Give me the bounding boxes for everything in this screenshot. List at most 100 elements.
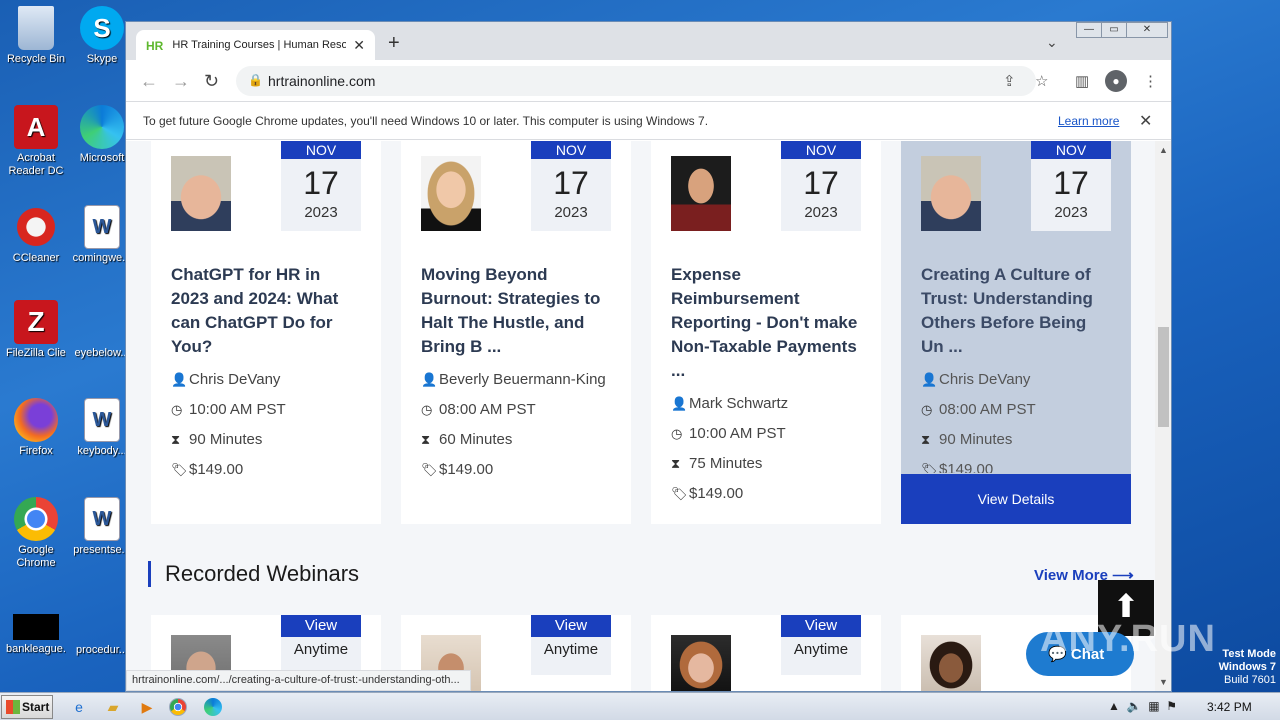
- desktop-icon-keybody[interactable]: W keybody...: [72, 398, 132, 458]
- edge-icon: [80, 105, 124, 149]
- side-panel-icon[interactable]: ▥: [1075, 72, 1089, 90]
- view-details-button[interactable]: View Details: [901, 474, 1131, 524]
- desktop-icon-recycle-bin[interactable]: Recycle Bin: [6, 6, 66, 66]
- web-page: NOV 17 2023 ChatGPT for HR in 2023 and 2…: [126, 141, 1155, 691]
- new-tab-button[interactable]: +: [388, 32, 400, 55]
- profile-avatar-icon[interactable]: ●: [1105, 70, 1127, 92]
- update-infobar: To get future Google Chrome updates, you…: [126, 103, 1171, 140]
- black-file-icon: [13, 614, 59, 640]
- scroll-thumb[interactable]: [1158, 327, 1169, 427]
- price: 🏷$149.00: [421, 461, 494, 478]
- blank-icon: [80, 597, 124, 641]
- tab-title: HR Training Courses | Human Resour: [172, 39, 347, 51]
- user-icon: 👤: [671, 396, 688, 411]
- desktop-icon-comingwe[interactable]: W comingwe...: [72, 205, 132, 265]
- webinar-card[interactable]: NOV 17 2023 Moving Beyond Burnout: Strat…: [401, 141, 631, 524]
- ie-icon[interactable]: e: [68, 697, 90, 717]
- time: ◷ 10:00 AM PST: [171, 401, 286, 418]
- date-badge: NOV 17 2023: [531, 141, 611, 231]
- duration: ⧗ 75 Minutes: [671, 455, 763, 472]
- presenter: 👤 Chris DeVany: [171, 371, 281, 388]
- price: 🏷$149.00: [171, 461, 244, 478]
- close-window-button[interactable]: ✕: [1126, 22, 1168, 38]
- clock-icon: ◷: [171, 402, 183, 417]
- address-bar[interactable]: 🔒 hrtrainonline.com: [236, 66, 1036, 96]
- presenter-photo: [421, 156, 481, 231]
- presenter-photo: [921, 635, 981, 691]
- hourglass-icon: ⧗: [171, 432, 181, 447]
- scroll-down-icon[interactable]: ▼: [1159, 677, 1168, 687]
- hr-favicon: HR: [146, 39, 164, 53]
- action-center-flag-icon[interactable]: ⚑: [1166, 699, 1177, 713]
- clock[interactable]: 3:42 PM: [1207, 700, 1252, 714]
- presenter-photo: [921, 156, 981, 231]
- skype-icon: S: [80, 6, 124, 50]
- desktop-icon-skype[interactable]: S Skype: [72, 6, 132, 66]
- webinar-title[interactable]: Expense Reimbursement Reporting - Don't …: [671, 263, 861, 383]
- network-icon[interactable]: ▦: [1148, 699, 1159, 713]
- learn-more-link[interactable]: Learn more: [1058, 114, 1119, 128]
- scroll-up-icon[interactable]: ▲: [1159, 145, 1168, 155]
- blank-icon: [80, 300, 124, 344]
- date-badge: NOV 17 2023: [281, 141, 361, 231]
- presenter-photo: [671, 156, 731, 231]
- desktop-icon-eyebelow[interactable]: eyebelow...: [72, 300, 132, 360]
- share-icon[interactable]: ⇪: [1003, 72, 1016, 90]
- toolbar: ← → ↻ 🔒 hrtrainonline.com ⇪ ☆ ▥ ● ⋮: [126, 60, 1171, 102]
- presenter-photo: [171, 156, 231, 231]
- bookmark-star-icon[interactable]: ☆: [1035, 72, 1048, 90]
- desktop-icon-presentse[interactable]: W presentse...: [72, 497, 132, 557]
- chrome-taskbar-icon[interactable]: [169, 698, 187, 716]
- webinar-title[interactable]: ChatGPT for HR in 2023 and 2024: What ca…: [171, 263, 361, 359]
- volume-icon[interactable]: 🔈: [1127, 699, 1142, 713]
- forward-arrow-icon[interactable]: →: [172, 71, 190, 92]
- tab-search-chevron-icon[interactable]: ⌄: [1046, 34, 1058, 51]
- back-arrow-icon[interactable]: ←: [140, 71, 158, 92]
- webinar-card[interactable]: NOV 17 2023 ChatGPT for HR in 2023 and 2…: [151, 141, 381, 524]
- explorer-folder-icon[interactable]: ▰: [102, 697, 124, 717]
- desktop-icon-chrome[interactable]: Google Chrome: [6, 497, 66, 570]
- hourglass-icon: ⧗: [671, 456, 681, 471]
- webinar-card-hovered[interactable]: NOV 17 2023 Creating A Culture of Trust:…: [901, 141, 1131, 524]
- media-player-icon[interactable]: ▶: [136, 697, 158, 717]
- url-text: hrtrainonline.com: [268, 73, 376, 89]
- desktop-icon-bankleague[interactable]: bankleague....: [6, 614, 66, 656]
- word-doc-icon: W: [84, 398, 120, 442]
- desktop-icon-procedur[interactable]: procedur...: [72, 597, 132, 657]
- view-anytime-badge: View Anytime: [531, 615, 611, 675]
- browser-tab[interactable]: HR HR Training Courses | Human Resour ✕: [136, 30, 375, 60]
- webinar-card[interactable]: NOV 17 2023 Expense Reimbursement Report…: [651, 141, 881, 524]
- tray-expand-icon[interactable]: ▲: [1108, 699, 1120, 713]
- start-button[interactable]: Start: [1, 695, 53, 719]
- recorded-webinar-card[interactable]: View Anytime: [651, 615, 881, 691]
- edge-taskbar-icon[interactable]: [204, 698, 222, 716]
- tab-strip: HR HR Training Courses | Human Resour ✕ …: [126, 22, 1171, 60]
- desktop-icon-acrobat[interactable]: A Acrobat Reader DC: [6, 105, 66, 178]
- date-badge: NOV 17 2023: [1031, 141, 1111, 231]
- user-icon: 👤: [421, 372, 438, 387]
- page-scrollbar[interactable]: ▲ ▼: [1155, 141, 1171, 691]
- filezilla-icon: Z: [14, 300, 58, 344]
- date-badge: NOV 17 2023: [781, 141, 861, 231]
- hourglass-icon: ⧗: [421, 432, 431, 447]
- webinar-title[interactable]: Moving Beyond Burnout: Strategies to Hal…: [421, 263, 611, 359]
- test-mode-notice: Test Mode Windows 7 Build 7601: [1218, 648, 1276, 686]
- user-icon: 👤: [171, 372, 188, 387]
- duration: ⧗ 90 Minutes: [921, 431, 1013, 448]
- reload-icon[interactable]: ↻: [204, 71, 219, 92]
- minimize-button[interactable]: —: [1076, 22, 1102, 38]
- webinar-title[interactable]: Creating A Culture of Trust: Understandi…: [921, 263, 1111, 359]
- desktop-icon-firefox[interactable]: Firefox: [6, 398, 66, 458]
- system-tray: ▲ 🔈 ▦ ⚑: [1108, 699, 1177, 713]
- maximize-button[interactable]: ▭: [1101, 22, 1127, 38]
- desktop-icon-edge[interactable]: Microsoft: [72, 105, 132, 165]
- menu-kebab-icon[interactable]: ⋮: [1143, 72, 1158, 90]
- desktop-icon-filezilla[interactable]: Z FileZilla Client: [6, 300, 66, 360]
- section-heading: Recorded Webinars: [148, 561, 359, 587]
- close-tab-icon[interactable]: ✕: [353, 37, 365, 54]
- clock-icon: ◷: [671, 426, 683, 441]
- desktop-icon-ccleaner[interactable]: CCleaner: [6, 205, 66, 265]
- lock-icon: 🔒: [248, 73, 263, 87]
- close-infobar-icon[interactable]: ✕: [1139, 111, 1152, 131]
- hourglass-icon: ⧗: [921, 432, 931, 447]
